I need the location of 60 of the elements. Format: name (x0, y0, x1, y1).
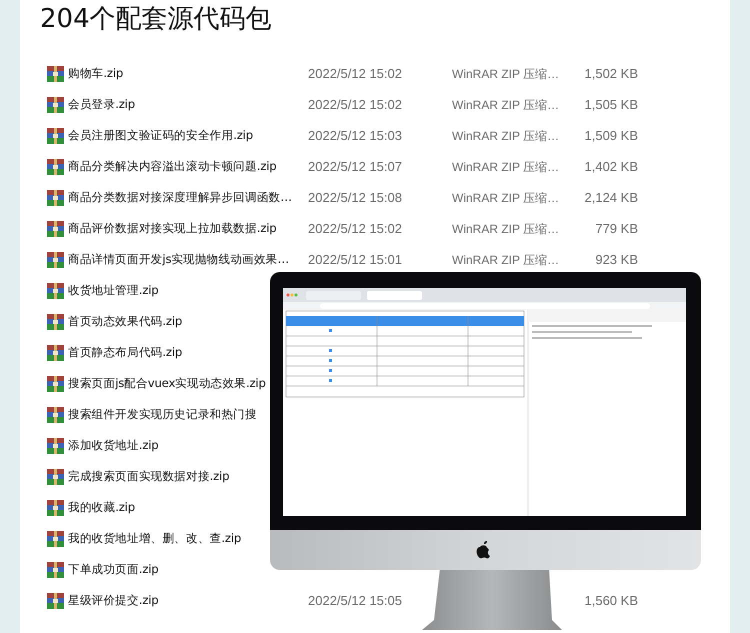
archive-icon (47, 158, 64, 174)
archive-icon (47, 190, 64, 206)
file-name: 商品分类解决内容溢出滚动卡顿问题.zip (68, 158, 278, 175)
file-date: 2022/5/12 15:05 (308, 592, 403, 610)
file-size: 1,402 KB (584, 158, 638, 176)
file-type: WinRAR ZIP 压缩… (452, 220, 560, 238)
file-name: 星级评价提交.zip (68, 592, 160, 609)
archive-icon (47, 96, 64, 112)
file-type: WinRAR ZIP 压缩… (452, 128, 560, 144)
file-type: WinRAR ZIP 压缩… (452, 66, 560, 82)
archive-icon (47, 252, 64, 268)
file-type: WinRAR ZIP 压缩… (452, 190, 560, 206)
file-name: 首页静态布局代码.zip (68, 344, 184, 361)
archive-icon (47, 376, 64, 392)
archive-icon (47, 66, 64, 82)
archive-icon (47, 438, 64, 454)
file-size: 1,502 KB (584, 64, 638, 83)
file-date: 2022/5/12 15:01 (308, 250, 403, 269)
file-size: 923 KB (594, 250, 638, 269)
archive-icon (47, 314, 64, 330)
file-name: 我的收藏.zip (68, 498, 136, 516)
file-type: WinRAR ZIP 压缩… (452, 252, 560, 268)
file-date: 2022/5/12 15:07 (308, 158, 403, 176)
archive-icon (47, 406, 64, 422)
file-name: 商品分类数据对接深度理解异步回调函数… (68, 188, 293, 206)
file-name: 搜索页面js配合vuex实现动态效果.zip (68, 374, 267, 392)
archive-icon (47, 128, 64, 144)
file-name: 搜索组件开发实现历史记录和热门搜 (68, 406, 258, 423)
file-date: 2022/5/12 15:03 (308, 126, 403, 145)
file-size: 1,560 KB (584, 592, 638, 610)
file-name: 会员登录.zip (68, 96, 136, 113)
file-date: 2022/5/12 15:08 (308, 188, 403, 207)
archive-icon (47, 282, 64, 298)
file-name: 完成搜索页面实现数据对接.zip (68, 468, 230, 485)
file-name: 购物车.zip (68, 64, 124, 82)
file-date: 2022/5/12 15:02 (308, 64, 403, 83)
file-date: 2022/5/12 15:02 (308, 220, 403, 238)
file-type: WinRAR ZIP 压缩… (452, 96, 560, 114)
archive-icon (47, 500, 64, 516)
file-name: 商品评价数据对接实现上拉加载数据.zip (68, 220, 278, 237)
file-name: 下单成功页面.zip (68, 560, 160, 578)
file-size: 2,124 KB (584, 188, 638, 207)
archive-icon (47, 220, 64, 236)
file-size: 1,505 KB (584, 96, 638, 114)
archive-icon (47, 468, 64, 484)
file-date: 2022/5/12 15:02 (308, 96, 403, 114)
file-name: 首页动态效果代码.zip (68, 312, 184, 330)
file-size: 779 KB (594, 220, 638, 238)
file-name: 会员注册图文验证码的安全作用.zip (68, 126, 254, 144)
file-name: 收货地址管理.zip (68, 282, 160, 299)
archive-icon (47, 562, 64, 578)
archive-icon (47, 344, 64, 360)
file-type: WinRAR ZIP 压缩… (452, 158, 560, 176)
archive-icon (47, 592, 64, 608)
file-name: 我的收货地址增、删、改、查.zip (68, 530, 242, 547)
file-name: 商品详情页面开发js实现抛物线动画效果… (68, 250, 290, 268)
page-title: 204个配套源代码包 (39, 3, 273, 36)
file-name: 添加收货地址.zip (68, 436, 160, 454)
file-size: 1,509 KB (584, 126, 638, 145)
archive-icon (47, 530, 64, 546)
